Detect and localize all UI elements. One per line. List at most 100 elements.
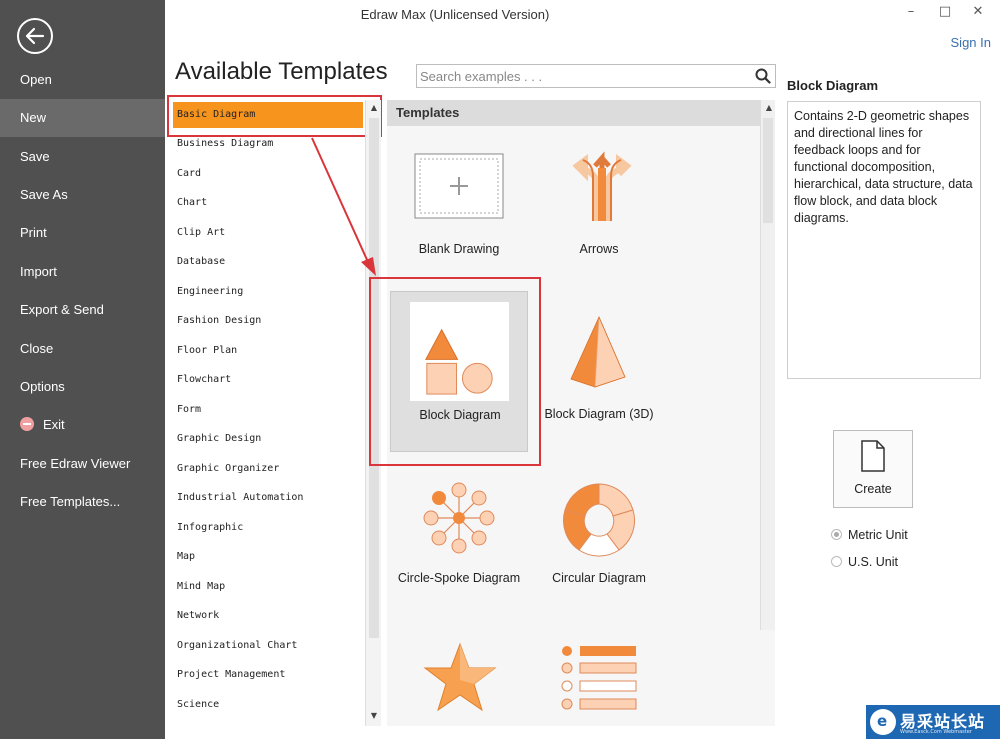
sign-in-link[interactable]: Sign In	[951, 35, 991, 50]
radio-label: U.S. Unit	[848, 555, 899, 569]
menu-free-edraw-viewer[interactable]: Free Edraw Viewer	[0, 445, 165, 483]
template-arrows[interactable]: Arrows	[529, 140, 669, 270]
metric-unit-option[interactable]: Metric Unit	[831, 528, 908, 542]
scroll-up-icon[interactable]: ▲	[368, 102, 380, 114]
menu-label: Free Edraw Viewer	[20, 456, 131, 471]
blank-drawing-icon	[414, 153, 504, 219]
close-button[interactable]: ✕	[968, 4, 988, 22]
menu-save[interactable]: Save	[0, 138, 165, 176]
scroll-down-icon[interactable]: ▼	[368, 710, 380, 722]
details-title: Block Diagram	[787, 78, 879, 93]
template-blank-drawing[interactable]: Blank Drawing	[389, 140, 529, 270]
category-floor-plan[interactable]: Floor Plan	[173, 338, 363, 364]
menu-label: Save	[20, 149, 50, 164]
radio-label: Metric Unit	[848, 528, 908, 542]
menu-label: Print	[20, 225, 47, 240]
menu-label: Close	[20, 341, 54, 356]
watermark-subtext: Www.Easck.Com Webmaster	[900, 729, 972, 735]
template-circular-diagram[interactable]: Circular Diagram	[529, 470, 669, 610]
create-label: Create	[854, 482, 892, 496]
menu-label: Open	[20, 72, 52, 87]
category-scrollbar[interactable]: ▲ ▼	[365, 100, 381, 726]
category-flowchart[interactable]: Flowchart	[173, 367, 363, 393]
menu-label: New	[20, 110, 47, 125]
category-fashion-design[interactable]: Fashion Design	[173, 308, 363, 334]
template-circle-spoke-diagram[interactable]: Circle-Spoke Diagram	[389, 470, 529, 610]
templates-scrollbar[interactable]: ▲	[760, 100, 775, 630]
category-engineering[interactable]: Engineering	[173, 279, 363, 305]
category-mind-map[interactable]: Mind Map	[173, 574, 363, 600]
backstage-sidebar: Open New Save Save As Print Import Expor…	[0, 0, 165, 739]
template-label: Circle-Spoke Diagram	[397, 571, 521, 585]
menu-label: Free Templates...	[20, 494, 121, 509]
menu-label: Save As	[20, 187, 68, 202]
category-science[interactable]: Science	[173, 692, 363, 718]
category-infographic[interactable]: Infographic	[173, 515, 363, 541]
menu-label: Options	[20, 379, 65, 394]
category-scroll-thumb[interactable]	[369, 118, 379, 638]
back-arrow-icon	[25, 27, 45, 45]
search-icon[interactable]	[755, 68, 771, 84]
template-label: Block Diagram (3D)	[544, 407, 654, 421]
block-diagram-icon	[425, 328, 493, 395]
watermark-logo: e 易采站长站 Www.Easck.Com Webmaster	[866, 705, 1000, 739]
category-card[interactable]: Card	[173, 161, 363, 187]
category-graphic-design[interactable]: Graphic Design	[173, 426, 363, 452]
arrows-icon	[572, 151, 632, 221]
window-title: Edraw Max (Unlicensed Version)	[360, 7, 550, 22]
menu-label: Import	[20, 264, 57, 279]
menu-label: Export & Send	[20, 302, 104, 317]
template-label: Blank Drawing	[418, 242, 500, 256]
category-project-management[interactable]: Project Management	[173, 662, 363, 688]
menu-open[interactable]: Open	[0, 61, 165, 99]
template-label: Block Diagram	[419, 408, 501, 422]
category-organizational-chart[interactable]: Organizational Chart	[173, 633, 363, 659]
minimize-button[interactable]: –	[901, 4, 921, 22]
circle-spoke-icon	[423, 482, 495, 554]
scroll-up-icon[interactable]: ▲	[763, 102, 775, 114]
menu-options[interactable]: Options	[0, 368, 165, 406]
template-label: Circular Diagram	[552, 571, 646, 585]
category-graphic-organizer[interactable]: Graphic Organizer	[173, 456, 363, 482]
menu-new[interactable]: New	[0, 99, 165, 137]
category-clip-art[interactable]: Clip Art	[173, 220, 363, 246]
watermark-icon: e	[870, 709, 896, 735]
template-block-diagram-3d[interactable]: Block Diagram (3D)	[529, 301, 669, 441]
menu-free-templates[interactable]: Free Templates...	[0, 483, 165, 521]
menu-export-send[interactable]: Export & Send	[0, 291, 165, 329]
category-map[interactable]: Map	[173, 544, 363, 570]
category-list: Basic Diagram Business Diagram Card Char…	[167, 97, 382, 727]
menu-exit[interactable]: Exit	[0, 406, 165, 444]
search-input[interactable]	[417, 65, 747, 87]
templates-header: Templates	[387, 100, 760, 126]
menu-print[interactable]: Print	[0, 214, 165, 252]
menu-label: Exit	[43, 417, 65, 432]
category-network[interactable]: Network	[173, 603, 363, 629]
maximize-button[interactable]: □	[935, 4, 955, 22]
back-button[interactable]	[17, 18, 53, 54]
template-block-diagram[interactable]: Block Diagram	[390, 291, 528, 452]
category-database[interactable]: Database	[173, 249, 363, 275]
category-business-diagram[interactable]: Business Diagram	[173, 131, 363, 157]
exit-icon	[20, 417, 34, 431]
templates-scroll-thumb[interactable]	[763, 118, 773, 223]
search-box	[416, 64, 776, 88]
menu-import[interactable]: Import	[0, 253, 165, 291]
menu-save-as[interactable]: Save As	[0, 176, 165, 214]
category-form[interactable]: Form	[173, 397, 363, 423]
star-icon[interactable]	[420, 640, 500, 716]
create-button[interactable]: Create	[833, 430, 913, 508]
new-document-icon	[861, 440, 885, 472]
menu-close[interactable]: Close	[0, 330, 165, 368]
details-description: Contains 2-D geometric shapes and direct…	[787, 101, 981, 379]
radio-button[interactable]	[831, 556, 842, 567]
template-label: Arrows	[579, 242, 619, 256]
category-industrial-automation[interactable]: Industrial Automation	[173, 485, 363, 511]
category-chart[interactable]: Chart	[173, 190, 363, 216]
radio-button[interactable]	[831, 529, 842, 540]
pyramid-icon	[570, 316, 626, 388]
list-infographic-icon[interactable]	[558, 642, 640, 714]
us-unit-option[interactable]: U.S. Unit	[831, 555, 898, 569]
page-title: Available Templates	[175, 58, 388, 85]
category-basic-diagram[interactable]: Basic Diagram	[173, 102, 363, 128]
